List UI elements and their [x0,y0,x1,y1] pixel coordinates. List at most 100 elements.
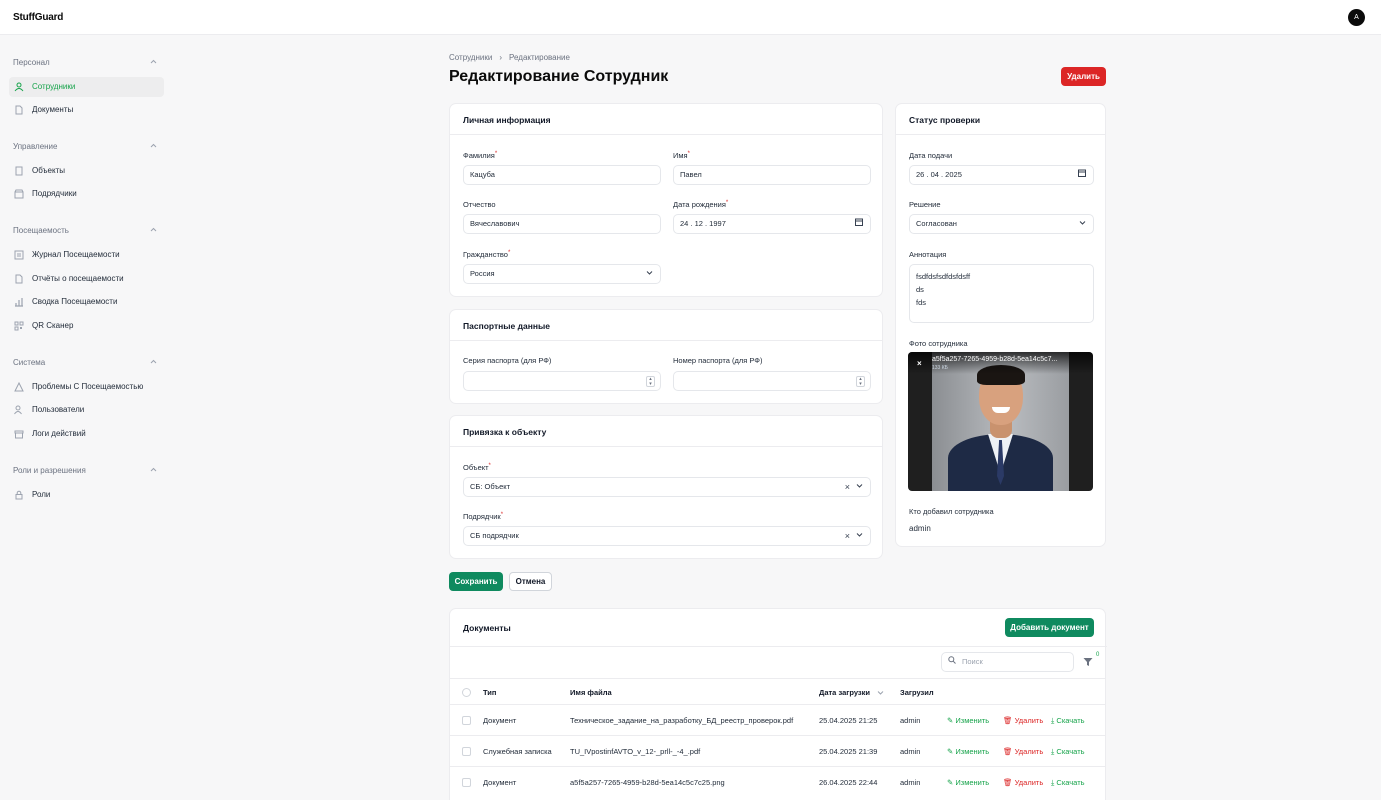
citizenship-select[interactable]: Россия [463,264,661,284]
number-stepper-icon[interactable]: ▴ ▾ [856,376,865,387]
row-type: Служебная записка [483,747,552,756]
sidebar-section-title[interactable]: Роли и разрешения [13,466,86,475]
number-stepper-icon[interactable]: ▴ ▾ [646,376,655,387]
sidebar-item-attendance-problems[interactable]: Проблемы С Посещаемостью [9,377,164,397]
delete-button[interactable]: 🗑 Удалить [1003,747,1043,756]
sidebar-item-documents[interactable]: Документы [9,100,164,120]
delete-employee-button[interactable]: Удалить [1061,67,1106,86]
sidebar-section-title[interactable]: Посещаемость [13,226,69,235]
clear-icon[interactable]: × [845,478,850,496]
delete-button[interactable]: 🗑 Удалить [1003,716,1043,725]
chevron-down-icon [646,265,653,283]
row-checkbox[interactable] [462,778,471,787]
download-button[interactable]: ⤓ Скачать [1051,716,1085,726]
citizenship-label: Гражданство* [463,250,511,259]
calendar-icon[interactable] [855,215,863,233]
clear-icon[interactable]: × [845,527,850,545]
column-header-type[interactable]: Тип [483,688,496,697]
first-name-field[interactable]: Павел [673,165,871,185]
filter-icon[interactable] [1083,657,1093,669]
page-title: Редактирование Сотрудник [449,68,669,85]
warning-icon [14,381,24,392]
sidebar-item-users[interactable]: Пользователи [9,400,164,420]
chevron-right-icon: › [499,53,503,62]
edit-button[interactable]: ✎ Изменить [947,747,989,756]
sidebar-item-employees[interactable]: Сотрудники [9,77,164,97]
list-icon [14,250,24,260]
filter-count-badge: 0 [1096,652,1100,658]
chevron-down-icon [1079,215,1086,233]
remove-photo-icon[interactable]: × [917,359,922,368]
brand-logo[interactable]: StuffGuard [13,12,63,23]
chevron-up-icon[interactable] [150,142,157,149]
column-header-file[interactable]: Имя файла [570,688,612,697]
passport-series-field[interactable]: ▴ ▾ [463,371,661,391]
document-icon [14,105,24,115]
column-header-uploaded-by[interactable]: Загрузил [900,688,934,697]
table-row: Документ Техническое_задание_на_разработ… [449,705,1106,736]
download-button[interactable]: ⤓ Скачать [1051,778,1085,788]
cancel-button[interactable]: Отмена [509,572,552,591]
building-icon [14,166,24,176]
select-all-checkbox[interactable] [462,688,471,697]
contractor-select[interactable]: СБ подрядчик × [463,526,871,546]
chevron-up-icon[interactable] [150,358,157,365]
annotation-textarea[interactable]: fsdfdsfsdfdsfdsff ds fds [909,264,1094,323]
calendar-icon[interactable] [1078,166,1086,184]
sidebar-item-label: Роли [32,490,51,499]
sidebar-item-label: Логи действий [32,429,86,438]
sort-chevron-down-icon[interactable] [877,689,884,698]
sidebar-section-title[interactable]: Управление [13,142,57,151]
photo-file-name: a5f5a257-7265-4959-b28d-5ea14c5c7... [932,356,1058,363]
edit-button[interactable]: ✎ Изменить [947,716,989,725]
patronymic-label: Отчество [463,200,496,209]
photo-label: Фото сотрудника [909,339,968,348]
sidebar-item-roles[interactable]: Роли [9,485,164,505]
sidebar-section-title[interactable]: Система [13,358,45,367]
chevron-up-icon[interactable] [150,226,157,233]
sidebar-item-action-logs[interactable]: Логи действий [9,424,164,444]
sidebar-section-title[interactable]: Персонал [13,58,50,67]
documents-title: Документы [463,623,511,633]
added-by-label: Кто добавил сотрудника [909,507,994,516]
chevron-up-icon[interactable] [150,466,157,473]
delete-button[interactable]: 🗑 Удалить [1003,778,1043,787]
last-name-field[interactable]: Кацуба [463,165,661,185]
passport-number-field[interactable]: ▴ ▾ [673,371,871,391]
chevron-up-icon[interactable] [150,58,157,65]
birth-date-field[interactable]: 24 . 12 . 1997 [673,214,871,234]
table-header-row: Тип Имя файла Дата загрузки Загрузил [449,678,1106,705]
sidebar-item-label: Сотрудники [32,82,76,91]
sidebar-item-contractors[interactable]: Подрядчики [9,184,164,204]
employee-photo[interactable]: × a5f5a257-7265-4959-b28d-5ea14c5c7... 1… [908,352,1093,491]
row-file-name: TU_IVpostinfAVTO_v_12-_prll-_-4_.pdf [570,747,701,756]
decision-select[interactable]: Согласован [909,214,1094,234]
row-checkbox[interactable] [462,747,471,756]
birth-date-label: Дата рождения* [673,200,729,209]
save-button[interactable]: Сохранить [449,572,503,591]
contractor-label: Подрядчик* [463,512,504,521]
documents-search-input[interactable]: Поиск [941,652,1074,672]
patronymic-field[interactable]: Вячеславович [463,214,661,234]
column-header-date[interactable]: Дата загрузки [819,688,870,697]
sidebar-item-objects[interactable]: Объекты [9,161,164,181]
users-icon [14,405,24,415]
submit-date-field[interactable]: 26 . 04 . 2025 [909,165,1094,185]
download-button[interactable]: ⤓ Скачать [1051,747,1085,757]
users-icon [14,82,24,92]
sidebar-item-attendance-summary[interactable]: Сводка Посещаемости [9,292,164,312]
add-document-button[interactable]: Добавить документ [1005,618,1094,637]
chevron-down-icon [856,527,863,545]
user-avatar[interactable]: A [1348,9,1365,26]
chevron-down-icon [856,478,863,496]
sidebar-item-attendance-reports[interactable]: Отчёты о посещаемости [9,269,164,289]
first-name-label: Имя* [673,151,690,160]
sidebar-item-qr-scanner[interactable]: QR Сканер [9,316,164,336]
breadcrumb-parent[interactable]: Сотрудники [449,53,492,62]
qr-icon [14,321,24,331]
row-checkbox[interactable] [462,716,471,725]
lock-icon [14,490,24,500]
sidebar-item-attendance-log[interactable]: Журнал Посещаемости [9,245,164,265]
object-select[interactable]: СБ: Объект × [463,477,871,497]
edit-button[interactable]: ✎ Изменить [947,778,989,787]
